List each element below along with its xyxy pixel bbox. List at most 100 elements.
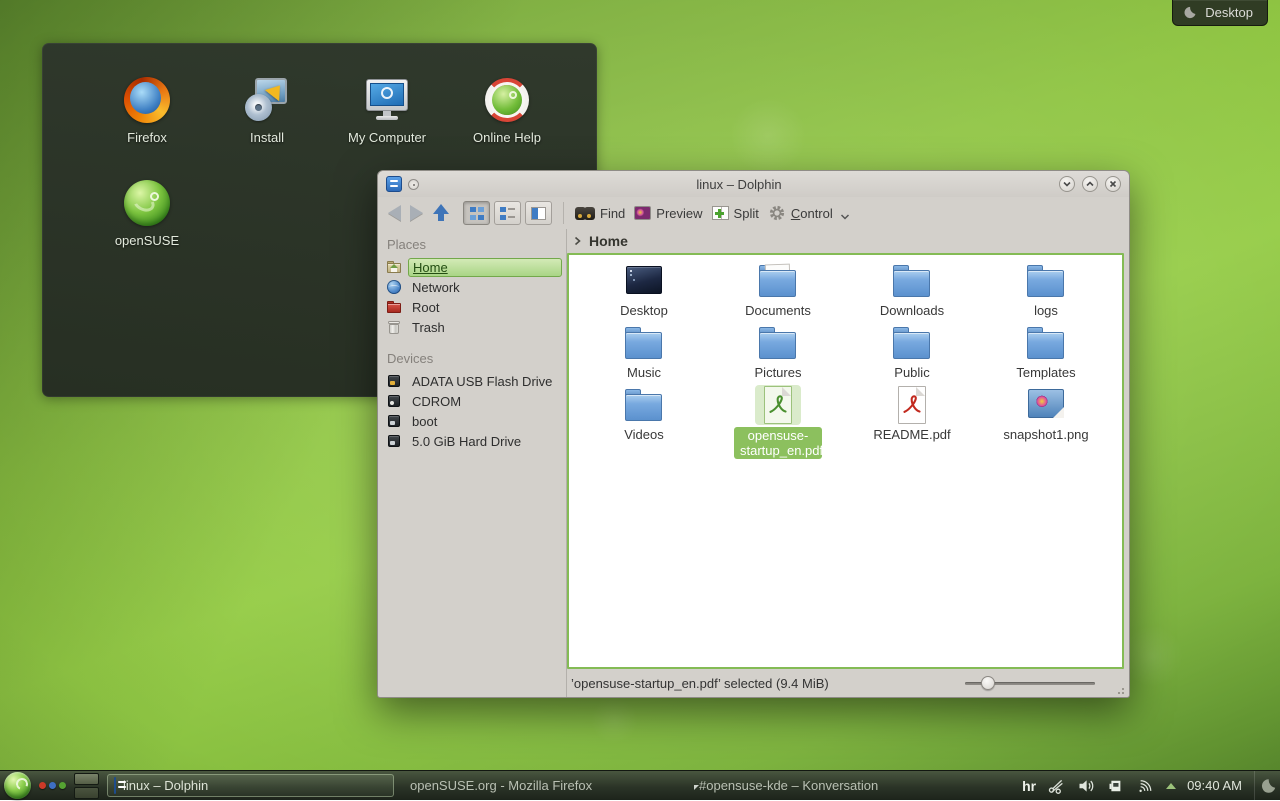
sidebar-item-adata-usb-flash-drive[interactable]: ADATA USB Flash Drive xyxy=(378,371,566,391)
file-logs[interactable]: logs xyxy=(979,261,1113,323)
icon-zoom-slider[interactable] xyxy=(965,675,1103,691)
status-text: ’opensuse-startup_en.pdf’ selected (9.4 … xyxy=(571,676,955,691)
split-button[interactable]: Split xyxy=(712,206,759,221)
desktop-icon-opensuse[interactable]: openSUSE xyxy=(87,179,207,248)
desktop-icon-online-help[interactable]: Online Help xyxy=(447,76,567,145)
titlebar[interactable]: linux – Dolphin xyxy=(378,171,1129,197)
file-templates[interactable]: Templates xyxy=(979,323,1113,385)
file-label: opensuse-startup_en.pdf xyxy=(734,427,822,459)
window-menu-button[interactable] xyxy=(408,179,419,190)
forward-button[interactable] xyxy=(410,205,423,221)
view-icons-button[interactable] xyxy=(463,201,490,225)
breadcrumb-home[interactable]: Home xyxy=(589,233,628,249)
chevron-down-icon xyxy=(840,213,850,221)
arrow-up-icon xyxy=(432,204,450,222)
preview-button[interactable]: Preview xyxy=(634,206,702,221)
firefox-icon xyxy=(123,76,171,124)
folder-icon xyxy=(621,323,667,363)
usb-drive-icon xyxy=(386,373,402,389)
sidebar-item-label: 5.0 GiB Hard Drive xyxy=(408,433,525,450)
pager-desktop-1[interactable] xyxy=(74,773,99,785)
pdf-icon xyxy=(889,385,935,425)
opensuse-icon xyxy=(123,179,171,227)
preview-image-icon xyxy=(634,206,651,220)
hard-drive-icon xyxy=(386,433,402,449)
control-button[interactable]: Control xyxy=(768,204,850,222)
desktop-icon-label: openSUSE xyxy=(115,233,179,248)
device-notifier-icon[interactable] xyxy=(1106,777,1125,795)
sidebar-item-network[interactable]: Network xyxy=(378,277,566,297)
file-view[interactable]: Desktop Documents Downloads logs Music P… xyxy=(567,253,1124,669)
online-help-icon xyxy=(483,76,531,124)
system-tray: hr 09:40 AM xyxy=(1022,777,1248,795)
pager-desktop-2[interactable] xyxy=(74,787,99,799)
find-button[interactable]: Find xyxy=(575,206,625,221)
clipboard-scissors-icon[interactable] xyxy=(1047,777,1065,795)
task-label: linux – Dolphin xyxy=(123,778,208,793)
minimize-button[interactable] xyxy=(1059,176,1075,192)
file-documents[interactable]: Documents xyxy=(711,261,845,323)
my-computer-icon xyxy=(363,76,411,124)
tray-expander-icon[interactable] xyxy=(1166,783,1176,789)
sidebar-item-trash[interactable]: Trash xyxy=(378,317,566,337)
dolphin-window: linux – Dolphin Find Preview Split xyxy=(377,170,1130,698)
desktop-icon-my-computer[interactable]: My Computer xyxy=(327,76,447,145)
view-columns-button[interactable] xyxy=(525,201,552,225)
volume-icon[interactable] xyxy=(1076,777,1095,795)
file-downloads[interactable]: Downloads xyxy=(845,261,979,323)
activity-dots[interactable] xyxy=(39,782,66,789)
application-launcher-button[interactable] xyxy=(4,772,31,799)
file-label: logs xyxy=(1034,303,1058,318)
file-snapshot1-png[interactable]: snapshot1.png xyxy=(979,385,1113,447)
green-dot-icon xyxy=(59,782,66,789)
desktop-icon-install[interactable]: Install xyxy=(207,76,327,145)
up-button[interactable] xyxy=(432,204,450,222)
file-videos[interactable]: Videos xyxy=(577,385,711,447)
task-linux-dolphin[interactable]: linux – Dolphin xyxy=(107,774,394,797)
sidebar-item-label: Root xyxy=(408,299,443,316)
file-desktop[interactable]: Desktop xyxy=(577,261,711,323)
opensuse-launcher-icon xyxy=(4,772,31,799)
image-icon xyxy=(1023,385,1069,425)
desktop-toolbox-label: Desktop xyxy=(1205,5,1253,20)
chevron-right-icon xyxy=(573,236,582,246)
back-button[interactable] xyxy=(388,205,401,221)
file-pictures[interactable]: Pictures xyxy=(711,323,845,385)
details-view-icon xyxy=(500,207,515,220)
desktop-toolbox-button[interactable]: Desktop xyxy=(1172,0,1268,26)
window-content: Places Home Network Root Trash Devices A… xyxy=(378,229,1129,697)
partition-icon xyxy=(386,413,402,429)
split-view-icon xyxy=(712,206,729,220)
digital-clock[interactable]: 09:40 AM xyxy=(1187,778,1242,793)
keyboard-layout-indicator[interactable]: hr xyxy=(1022,778,1036,794)
task-opensuse-kde-konversation[interactable]: #opensuse-kde – Konversation xyxy=(685,774,972,797)
sidebar-item-5-0-gib-hard-drive[interactable]: 5.0 GiB Hard Drive xyxy=(378,431,566,451)
maximize-button[interactable] xyxy=(1082,176,1098,192)
file-label: Desktop xyxy=(620,303,668,318)
window-resize-grip[interactable] xyxy=(1115,685,1125,695)
file-public[interactable]: Public xyxy=(845,323,979,385)
toolbar: Find Preview Split Control xyxy=(378,197,1129,229)
slider-handle[interactable] xyxy=(981,676,995,690)
chevron-up-icon xyxy=(1085,179,1095,189)
close-icon xyxy=(1108,179,1118,189)
breadcrumb: Home xyxy=(567,229,1129,253)
close-button[interactable] xyxy=(1105,176,1121,192)
network-status-icon[interactable] xyxy=(1136,777,1155,795)
sidebar-item-cdrom[interactable]: CDROM xyxy=(378,391,566,411)
window-title: linux – Dolphin xyxy=(425,177,1053,192)
desktop-pager[interactable] xyxy=(74,773,99,799)
file-music[interactable]: Music xyxy=(577,323,711,385)
file-readme-pdf[interactable]: README.pdf xyxy=(845,385,979,447)
task-opensuse-org-mozilla-firefox[interactable]: openSUSE.org - Mozilla Firefox xyxy=(396,774,683,797)
columns-view-icon xyxy=(531,207,546,220)
sidebar-item-root[interactable]: Root xyxy=(378,297,566,317)
dolphin-task-icon xyxy=(114,778,116,793)
panel-toolbox-button[interactable] xyxy=(1254,771,1280,801)
devices-list: ADATA USB Flash Drive CDROM boot 5.0 GiB… xyxy=(378,371,566,451)
file-opensuse-startup-en-pdf[interactable]: opensuse-startup_en.pdf xyxy=(711,385,845,447)
sidebar-item-home[interactable]: Home xyxy=(378,257,566,277)
view-details-button[interactable] xyxy=(494,201,521,225)
desktop-icon-firefox[interactable]: Firefox xyxy=(87,76,207,145)
sidebar-item-boot[interactable]: boot xyxy=(378,411,566,431)
